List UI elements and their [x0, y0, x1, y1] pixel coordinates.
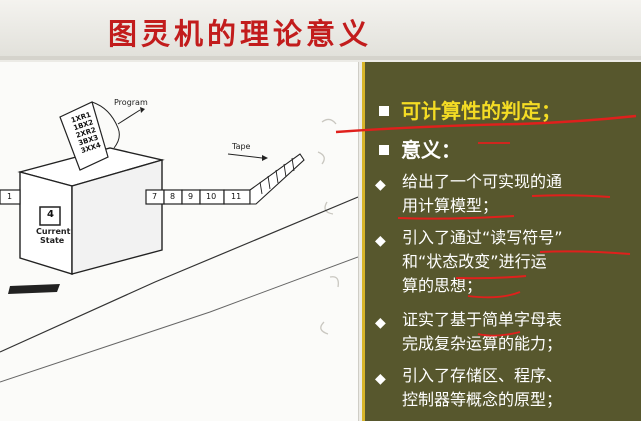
floor-slot: [8, 284, 60, 294]
subpoint-line: 给出了一个可实现的通: [402, 172, 563, 191]
point-significance: 意义：: [379, 134, 461, 163]
point-computability: 可计算性的判定；: [379, 95, 561, 124]
slide-title: 图灵机的理论意义: [108, 17, 373, 51]
tape-cell-label: 9: [188, 192, 194, 201]
tape-cell-label: 11: [231, 192, 242, 201]
tape-cell-left-label: 1: [7, 192, 13, 201]
header-divider: [0, 56, 641, 60]
key-points-panel: 可计算性的判定； 意义： ◆ 给出了一个可实现的通 用计算模型； ◆ 引入了通过…: [362, 62, 641, 421]
subpoint-readwrite: ◆ 引入了通过“读写符号” 和“状态改变”进行运 算的思想；: [375, 226, 641, 298]
subpoint-line: 证实了基于简单字母表: [402, 310, 563, 329]
square-bullet-icon: [379, 144, 389, 155]
diamond-bullet-icon: ◆: [375, 371, 386, 387]
diamond-bullet-icon: ◆: [375, 233, 386, 249]
subpoint-model: ◆ 给出了一个可实现的通 用计算模型；: [375, 170, 641, 218]
point-label: 意义：: [401, 138, 461, 162]
state-value: 4: [47, 209, 54, 220]
subpoint-line: 用计算模型；: [402, 196, 499, 215]
point-label: 可计算性的判定；: [401, 99, 561, 123]
subpoint-line: 和“状态改变”进行运: [402, 252, 547, 271]
tape-label: Tape: [232, 142, 251, 151]
subpoint-alphabet: ◆ 证实了基于简单字母表 完成复杂运算的能力；: [375, 308, 641, 356]
subpoint-line: 完成复杂运算的能力；: [402, 334, 563, 353]
subpoint-line: 引入了存储区、程序、: [402, 366, 563, 385]
tape-cell-label: 7: [152, 192, 158, 201]
subpoint-line: 引入了通过“读写符号”: [402, 228, 563, 247]
subpoint-line: 控制器等概念的原型；: [402, 390, 563, 409]
tape-cell-label: 8: [170, 192, 176, 201]
state-label-state: State: [40, 236, 65, 245]
square-bullet-icon: [379, 105, 389, 116]
subpoint-prototype: ◆ 引入了存储区、程序、 控制器等概念的原型；: [375, 364, 641, 412]
program-label: Program: [114, 98, 148, 107]
diamond-bullet-icon: ◆: [375, 177, 386, 193]
turing-machine-figure: Program Tape 4 Current State 1XR1 1BX2 2…: [0, 62, 359, 421]
tape-cell-label: 10: [206, 192, 217, 201]
subpoint-line: 算的思想；: [402, 276, 483, 295]
state-label-current: Current: [36, 227, 71, 236]
diamond-bullet-icon: ◆: [375, 315, 386, 331]
